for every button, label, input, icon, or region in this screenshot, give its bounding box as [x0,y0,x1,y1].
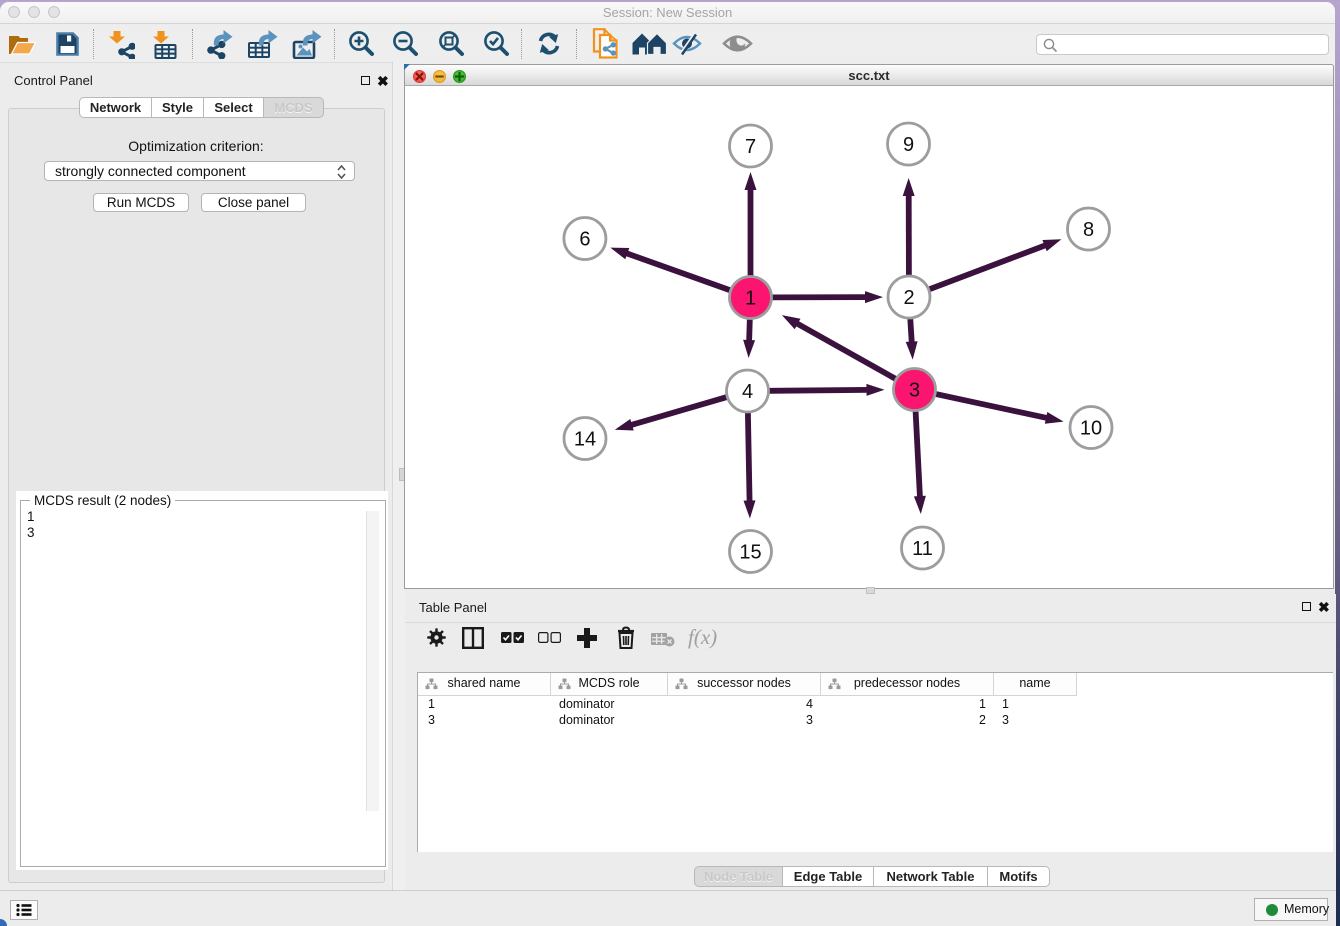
svg-text:3: 3 [909,380,920,402]
svg-text:8: 8 [1083,219,1094,241]
svg-text:2: 2 [903,287,914,309]
svg-text:6: 6 [579,229,590,251]
svg-text:15: 15 [739,542,761,564]
svg-text:1: 1 [745,288,756,310]
svg-text:11: 11 [912,538,933,560]
svg-text:7: 7 [745,136,756,158]
svg-text:4: 4 [742,381,753,403]
svg-text:14: 14 [574,429,596,451]
svg-text:9: 9 [903,134,914,156]
svg-text:10: 10 [1080,418,1102,440]
